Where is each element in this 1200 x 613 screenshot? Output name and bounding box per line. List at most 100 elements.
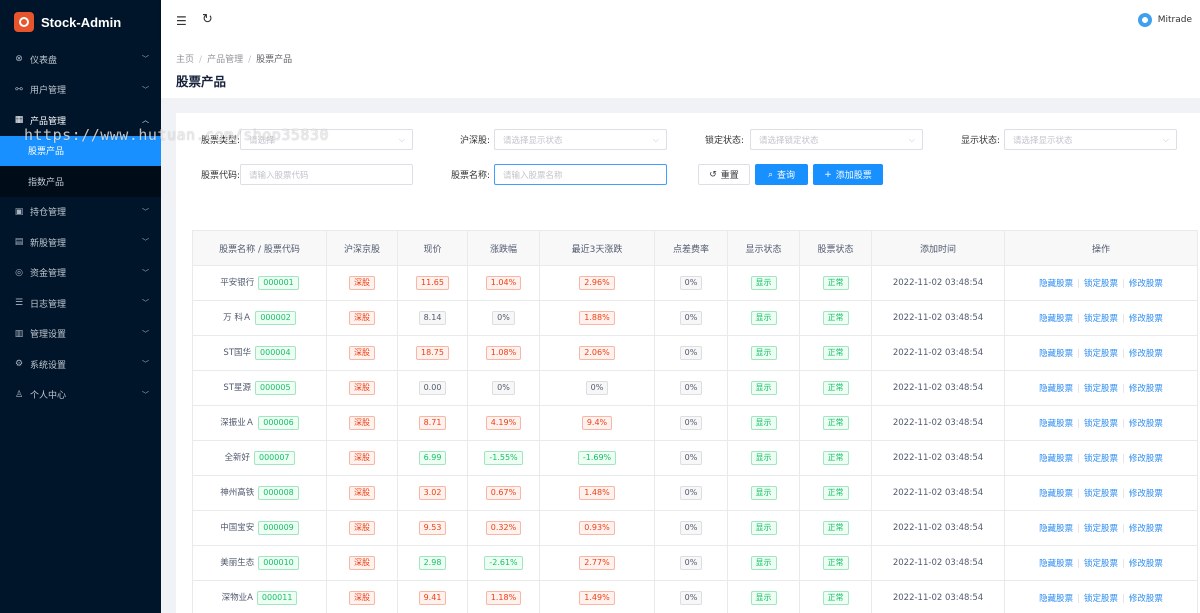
lock-stock-link[interactable]: 锁定股票 — [1084, 384, 1118, 394]
hide-stock-link[interactable]: 隐藏股票 — [1039, 594, 1073, 604]
stock-type-select[interactable]: 请选择 ⌵ — [240, 129, 413, 150]
sidebar-item-2[interactable]: ▦ 产品管理 ︿ — [0, 105, 161, 136]
logo-icon — [14, 12, 34, 32]
ops-cell: 隐藏股票 | 锁定股票 | 修改股票 — [1004, 370, 1198, 406]
display-status-select[interactable]: 请选择显示状态 ⌵ — [1004, 129, 1177, 150]
sidebar-item-5[interactable]: ◎ 资金管理 ﹀ — [0, 258, 161, 289]
sidebar-item-3[interactable]: ▣ 持仓管理 ﹀ — [0, 197, 161, 228]
sidebar-item-1[interactable]: ⚯ 用户管理 ﹀ — [0, 75, 161, 106]
brand[interactable]: Stock-Admin — [0, 0, 161, 44]
hide-stock-link[interactable]: 隐藏股票 — [1039, 349, 1073, 359]
edit-stock-link[interactable]: 修改股票 — [1129, 384, 1163, 394]
refresh-icon[interactable]: ↻ — [202, 12, 213, 27]
stock-code-input[interactable]: 请输入股票代码 — [240, 164, 413, 185]
search-button[interactable]: ⌕ 查询 — [755, 164, 808, 185]
sidebar-item-0[interactable]: ⊗ 仪表盘 ﹀ — [0, 44, 161, 75]
breadcrumb-product[interactable]: 产品管理 — [207, 55, 243, 65]
table-row: ST国华 000004 深股 18.75 1.08% 2.06% 0% 显示 正常 2022-11… — [192, 335, 1198, 371]
lock-stock-link[interactable]: 锁定股票 — [1084, 489, 1118, 499]
hide-stock-link[interactable]: 隐藏股票 — [1039, 419, 1073, 429]
ops-cell: 隐藏股票 | 锁定股票 | 修改股票 — [1004, 510, 1198, 546]
lock-status-select[interactable]: 请选择锁定状态 ⌵ — [750, 129, 923, 150]
market-cell: 深股 — [326, 545, 398, 581]
lock-stock-link[interactable]: 锁定股票 — [1084, 594, 1118, 604]
edit-stock-link[interactable]: 修改股票 — [1129, 419, 1163, 429]
reset-button[interactable]: ↺ 重置 — [698, 164, 750, 185]
edit-stock-link[interactable]: 修改股票 — [1129, 349, 1163, 359]
chevron-down-icon: ⌵ — [908, 135, 915, 144]
stock-code-tag: 000011 — [256, 591, 298, 605]
sidebar-item-label: 日志管理 — [30, 299, 67, 310]
lock-stock-link[interactable]: 锁定股票 — [1084, 524, 1118, 534]
edit-stock-link[interactable]: 修改股票 — [1129, 559, 1163, 569]
submenu-item-1[interactable]: 指数产品 — [0, 166, 161, 197]
price-cell: 3.02 — [397, 475, 468, 511]
lock-stock-link[interactable]: 锁定股票 — [1084, 279, 1118, 289]
lock-stock-link[interactable]: 锁定股票 — [1084, 559, 1118, 569]
fee-cell: 0% — [654, 265, 728, 301]
edit-stock-link[interactable]: 修改股票 — [1129, 524, 1163, 534]
menu-fold-icon[interactable]: ☰ — [176, 14, 187, 28]
hide-stock-link[interactable]: 隐藏股票 — [1039, 489, 1073, 499]
status-cell: 正常 — [799, 545, 872, 581]
user-menu[interactable]: Mitrade — [1137, 13, 1192, 27]
column-header: 操作 — [1004, 230, 1198, 266]
hide-stock-link[interactable]: 隐藏股票 — [1039, 384, 1073, 394]
page-title: 股票产品 — [176, 74, 227, 89]
lock-stock-link[interactable]: 锁定股票 — [1084, 454, 1118, 464]
sidebar-item-4[interactable]: ▤ 新股管理 ﹀ — [0, 227, 161, 258]
market-cell: 深股 — [326, 335, 398, 371]
edit-stock-link[interactable]: 修改股票 — [1129, 489, 1163, 499]
hide-stock-link[interactable]: 隐藏股票 — [1039, 454, 1073, 464]
stock-code-tag: 000006 — [258, 416, 299, 430]
price-cell: 0.00 — [397, 370, 468, 406]
stock-name-cell: 美丽生态 000010 — [192, 545, 327, 581]
sidebar-item-6[interactable]: ☰ 日志管理 ﹀ — [0, 288, 161, 319]
hide-stock-link[interactable]: 隐藏股票 — [1039, 559, 1073, 569]
stock-name-input[interactable]: 请输入股票名称 — [494, 164, 667, 185]
edit-stock-link[interactable]: 修改股票 — [1129, 279, 1163, 289]
breadcrumb: 主页 / 产品管理 / 股票产品 — [176, 55, 293, 65]
hide-stock-link[interactable]: 隐藏股票 — [1039, 279, 1073, 289]
chevron-down-icon: ⌵ — [652, 135, 659, 144]
sidebar-item-7[interactable]: ▥ 管理设置 ﹀ — [0, 319, 161, 350]
lock-stock-link[interactable]: 锁定股票 — [1084, 419, 1118, 429]
lock-stock-link[interactable]: 锁定股票 — [1084, 314, 1118, 324]
hide-stock-link[interactable]: 隐藏股票 — [1039, 524, 1073, 534]
market-select[interactable]: 请选择显示状态 ⌵ — [494, 129, 667, 150]
stock-type-label: 股票类型: — [200, 136, 240, 146]
show-cell: 显示 — [727, 370, 800, 406]
price-cell: 11.65 — [397, 265, 468, 301]
market-tag: 深股 — [349, 556, 375, 570]
hide-stock-link[interactable]: 隐藏股票 — [1039, 314, 1073, 324]
sidebar-item-9[interactable]: ♙ 个人中心 ﹀ — [0, 380, 161, 411]
change-tag: 4.19% — [485, 416, 522, 430]
price-cell: 9.41 — [397, 580, 468, 613]
time-cell: 2022-11-02 03:48:54 — [871, 510, 1005, 546]
content-card: 股票类型: 请选择 ⌵ 沪深股: 请选择显示状态 ⌵ 锁定状态: 请选择锁定状态 ⌵ … — [176, 113, 1200, 613]
sidebar-item-8[interactable]: ⚙ 系统设置 ﹀ — [0, 349, 161, 380]
change3-cell: 1.48% — [539, 475, 655, 511]
stock-name: ST国华 — [223, 348, 252, 358]
change3-tag: 2.96% — [579, 276, 615, 290]
breadcrumb-home[interactable]: 主页 — [176, 55, 194, 65]
stock-name-cell: 深振业Ａ 000006 — [192, 405, 327, 441]
plus-icon: + — [824, 169, 832, 180]
price-cell: 2.98 — [397, 545, 468, 581]
fee-tag: 0% — [679, 416, 703, 430]
edit-stock-link[interactable]: 修改股票 — [1129, 314, 1163, 324]
lock-stock-link[interactable]: 锁定股票 — [1084, 349, 1118, 359]
ops-cell: 隐藏股票 | 锁定股票 | 修改股票 — [1004, 335, 1198, 371]
stock-code-tag: 000004 — [255, 346, 296, 360]
fee-cell: 0% — [654, 580, 728, 613]
column-header: 最近3天涨跌 — [539, 230, 655, 266]
fee-cell: 0% — [654, 405, 728, 441]
change3-tag: 1.48% — [579, 486, 615, 500]
edit-stock-link[interactable]: 修改股票 — [1129, 594, 1163, 604]
table-row: 深振业Ａ 000006 深股 8.71 4.19% 9.4% 0% 显示 正常 2022-11-0… — [192, 405, 1198, 441]
chevron-down-icon: ﹀ — [142, 207, 149, 216]
edit-stock-link[interactable]: 修改股票 — [1129, 454, 1163, 464]
submenu-item-0[interactable]: 股票产品 — [0, 135, 161, 166]
dashboard-icon: ⊗ — [15, 54, 23, 65]
add-stock-button[interactable]: + 添加股票 — [813, 164, 883, 185]
